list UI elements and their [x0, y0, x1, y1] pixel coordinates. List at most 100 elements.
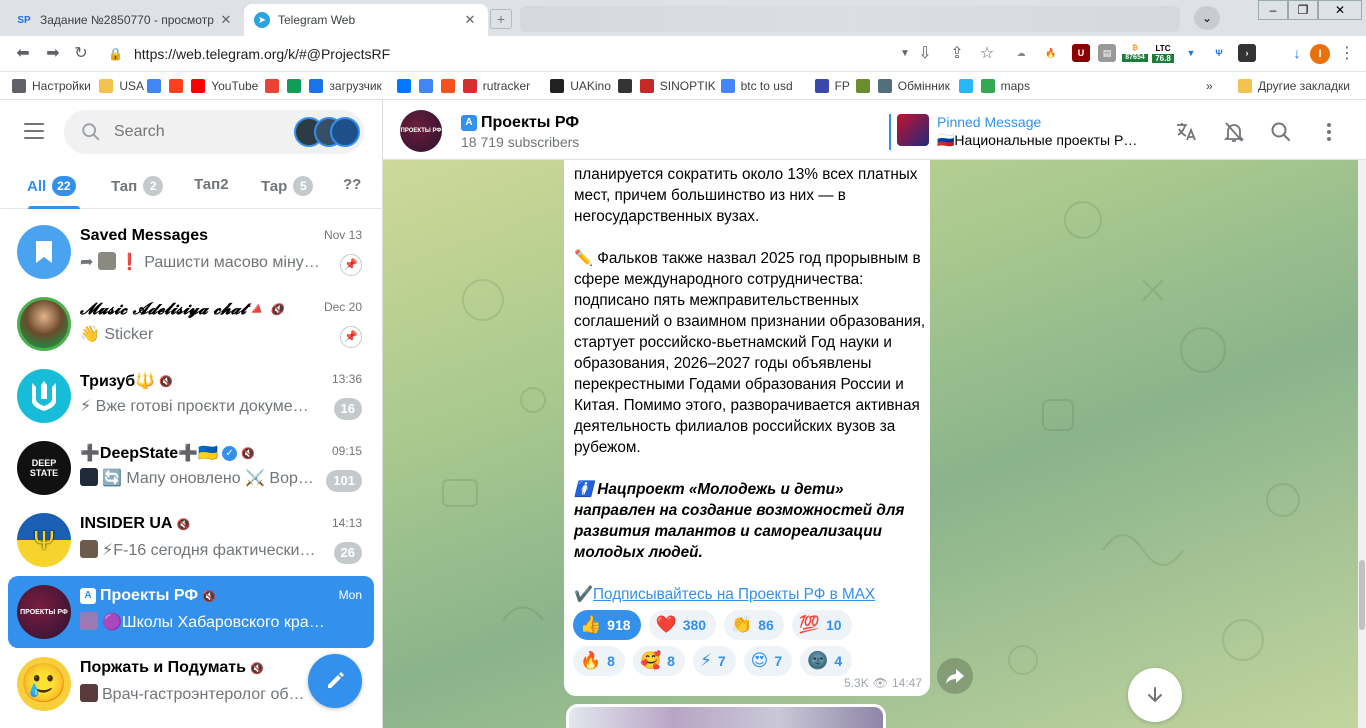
- bookmark-item[interactable]: YouTube: [191, 77, 258, 95]
- tab-tap[interactable]: Тап 2: [111, 176, 164, 196]
- bookmark-item[interactable]: rutracker: [462, 77, 530, 95]
- reaction-chip[interactable]: 🥰 8: [632, 646, 685, 676]
- chat-header[interactable]: ПРОЕКТЫ РФ A Проекты РФ 18 719 subscriber…: [383, 100, 1366, 160]
- scrollbar[interactable]: [1358, 160, 1366, 728]
- fire-icon[interactable]: 🔥: [1042, 44, 1060, 62]
- bookmark-item[interactable]: btc to usd: [720, 77, 793, 95]
- cloud-icon[interactable]: ☁: [1012, 44, 1030, 62]
- close-icon[interactable]: ✕: [218, 12, 234, 28]
- bookmark-item[interactable]: UAKino: [550, 77, 611, 95]
- bookmark-item[interactable]: [169, 77, 189, 95]
- reaction-chip[interactable]: 🌚 4: [800, 646, 853, 676]
- bookmark-item[interactable]: [958, 77, 979, 95]
- btc-icon[interactable]: ₿ 87654: [1122, 44, 1148, 62]
- dropdown-icon[interactable]: ▼: [894, 44, 916, 64]
- bookmark-item[interactable]: Настройки: [12, 77, 91, 95]
- subscribe-link[interactable]: Подписывайтесь на Проекты РФ в MAX: [593, 586, 875, 603]
- chat-item-music[interactable]: 𝓜𝓾𝓼𝓲𝓬 𝓐𝓭𝓮𝓵𝓲𝓼𝓲𝔂𝓪 𝓬𝓱𝓪𝓽🔺 🔇 Dec 20 👋 Sticker …: [8, 288, 374, 360]
- reaction-chip[interactable]: 💯 10: [791, 610, 852, 640]
- download-page-icon[interactable]: ⇩: [914, 44, 936, 64]
- chat-item-projects-rf[interactable]: ПРОЕКТЫ РФ A Проекты РФ 🔇 Mon 🟣Школы Хабар…: [8, 576, 374, 648]
- channel-avatar[interactable]: ПРОЕКТЫ РФ: [400, 110, 442, 152]
- ltc-icon[interactable]: LTC 76.8: [1152, 44, 1174, 63]
- scroll-down-button[interactable]: [1128, 668, 1182, 722]
- chat-item-tryzub[interactable]: Тризуб🔱 🔇 13:36 ⚡ Вже готові проєкти доку…: [8, 360, 374, 432]
- tab-task[interactable]: SP Задание №2850770 - просмотр з ✕: [6, 4, 244, 36]
- back-icon[interactable]: ⬅: [12, 44, 34, 64]
- search-input[interactable]: [114, 123, 294, 141]
- avatar[interactable]: I: [1310, 44, 1330, 64]
- new-tab-button[interactable]: +: [490, 9, 512, 29]
- new-message-button[interactable]: [308, 654, 362, 708]
- bookmark-item[interactable]: [617, 77, 638, 95]
- v-icon[interactable]: ▼: [1182, 44, 1200, 62]
- bookmark-item[interactable]: maps: [980, 77, 1030, 95]
- other-bookmarks[interactable]: Другие закладки: [1238, 77, 1350, 95]
- bookmarks-more-button[interactable]: »: [1206, 77, 1213, 95]
- tab-tar[interactable]: Тар 5: [261, 176, 314, 196]
- message-thumbnail: [80, 540, 98, 558]
- reaction-chip[interactable]: ❤️ 380: [648, 610, 717, 640]
- ublock-icon[interactable]: U: [1072, 44, 1090, 62]
- download-icon[interactable]: ↓: [1288, 44, 1306, 62]
- reaction-chip[interactable]: 👍 918: [573, 610, 641, 640]
- forward-button[interactable]: [937, 658, 973, 694]
- verified-icon: ✓: [222, 445, 238, 461]
- message-paragraph: ✏️ Фальков также назвал 2025 год прорывн…: [574, 250, 926, 456]
- bookmark-item[interactable]: [418, 77, 439, 95]
- extension-icon[interactable]: ▤: [1098, 44, 1116, 62]
- translate-icon[interactable]: [1174, 120, 1198, 144]
- bookmark-item[interactable]: [265, 77, 285, 95]
- channel-message[interactable]: планируется сократить около 13% всех пла…: [564, 140, 930, 696]
- bookmark-item[interactable]: загрузчик: [309, 77, 382, 95]
- chat-item-saved-messages[interactable]: Saved Messages Nov 13 ➦ ❗ Рашисти масово…: [8, 216, 374, 288]
- unread-badge: 16: [333, 398, 362, 420]
- star-icon[interactable]: ☆: [976, 44, 998, 64]
- address-bar[interactable]: 🔒 https://web.telegram.org/k/#@ProjectsR…: [108, 40, 1008, 68]
- next-message-media[interactable]: [566, 704, 886, 728]
- tab-more[interactable]: ??: [343, 176, 361, 193]
- bookmark-item[interactable]: SINOPTIK: [639, 77, 716, 95]
- bookmark-item[interactable]: [147, 77, 167, 95]
- bookmark-item[interactable]: [855, 77, 876, 95]
- bookmark-item[interactable]: Обмінник: [877, 77, 950, 95]
- reaction-chip[interactable]: 🔥 8: [573, 646, 625, 676]
- story-avatar[interactable]: [330, 117, 360, 147]
- scrollbar-thumb[interactable]: [1359, 560, 1365, 630]
- bookmark-item[interactable]: USA: [99, 77, 144, 95]
- reaction-chip[interactable]: ⚡ 7: [692, 646, 736, 676]
- bookmark-label: загрузчик: [329, 79, 382, 93]
- maximize-button[interactable]: ❐: [1288, 0, 1318, 20]
- bookmark-item[interactable]: FP: [814, 77, 850, 95]
- tab-all[interactable]: All 22: [27, 176, 76, 196]
- tab-tap2[interactable]: Тап2: [194, 176, 229, 193]
- share-icon[interactable]: ⇪: [946, 44, 968, 64]
- avatar: ПРОЕКТЫ РФ: [17, 585, 71, 639]
- channel-title[interactable]: A Проекты РФ: [461, 114, 579, 132]
- close-icon[interactable]: ✕: [462, 12, 478, 28]
- chat-item-insider-ua[interactable]: Ψ INSIDER UA 🔇 14:13 ⚡F-16 сегодня фактич…: [8, 504, 374, 576]
- message-meta: 5.3K 👁 14:47: [844, 676, 922, 690]
- bookmark-item[interactable]: [396, 77, 417, 95]
- search-box[interactable]: [64, 110, 364, 154]
- reaction-chip[interactable]: 😍 7: [743, 646, 793, 676]
- more-icon[interactable]: [1317, 120, 1341, 144]
- forward-icon[interactable]: ➡: [42, 44, 64, 64]
- tab-telegram[interactable]: ➤ Telegram Web ✕: [244, 4, 488, 36]
- close-window-button[interactable]: ✕: [1318, 0, 1362, 20]
- terminal-icon[interactable]: ›: [1238, 44, 1256, 62]
- menu-icon[interactable]: [24, 123, 44, 139]
- reaction-chip[interactable]: 👏 86: [724, 610, 784, 640]
- pinned-message[interactable]: Pinned Message 🇷🇺Национальные проекты Р…: [889, 114, 1139, 150]
- bookmark-item[interactable]: [440, 77, 461, 95]
- reload-icon[interactable]: ↻: [70, 44, 92, 64]
- minimize-button[interactable]: –: [1258, 0, 1288, 20]
- mute-bell-icon[interactable]: [1222, 120, 1246, 144]
- chevron-down-icon[interactable]: ⌄: [1194, 6, 1220, 30]
- unread-badge: 26: [333, 542, 362, 564]
- search-icon[interactable]: [1269, 120, 1293, 144]
- wifi-icon[interactable]: Ψ: [1210, 44, 1228, 62]
- bookmark-item[interactable]: [287, 77, 307, 95]
- menu-icon[interactable]: ⋮: [1336, 44, 1358, 64]
- chat-item-deepstate[interactable]: DEEP STATE ➕DeepState➕🇺🇦 ✓ 🔇 09:15 🔄 Мапу …: [8, 432, 374, 504]
